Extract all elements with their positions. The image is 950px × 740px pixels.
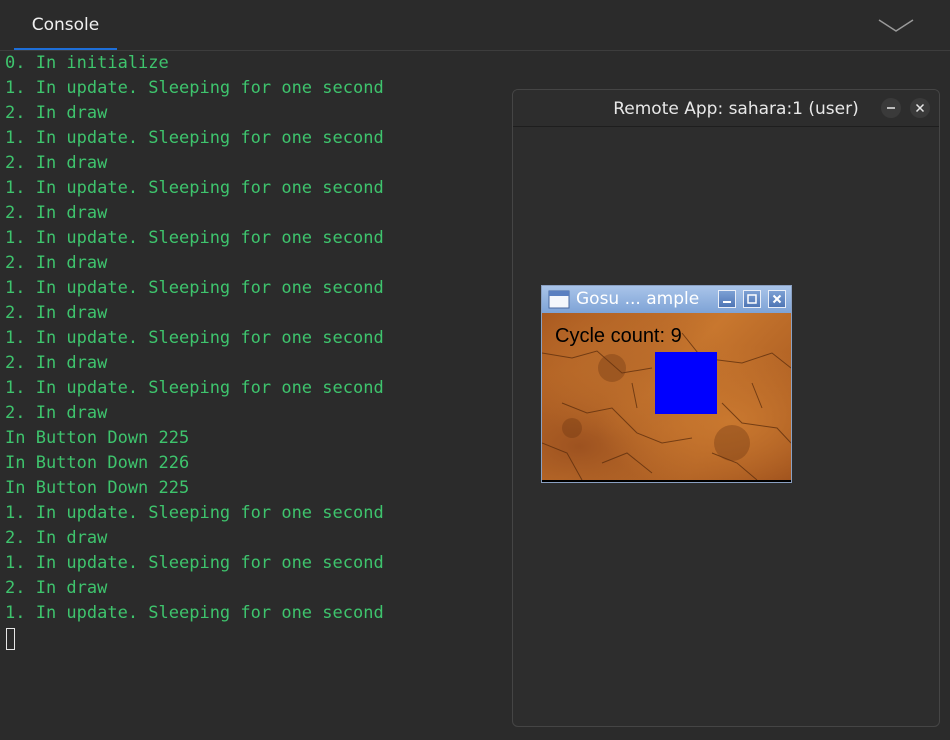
console-line: 1. In update. Sleeping for one second: [5, 228, 384, 248]
minus-icon: [887, 107, 895, 109]
game-canvas[interactable]: Cycle count: 9: [542, 313, 791, 480]
console-line: 2. In draw: [5, 528, 108, 548]
cycle-count-text: Cycle count: 9: [555, 325, 682, 347]
text-cursor: [6, 628, 15, 650]
console-line: In Button Down 225: [5, 478, 190, 498]
close-icon: [915, 103, 925, 113]
console-line: 2. In draw: [5, 253, 108, 273]
console-line: 2. In draw: [5, 103, 108, 123]
window-icon: [548, 290, 570, 309]
console-line: In Button Down 226: [5, 453, 190, 473]
console-line: 2. In draw: [5, 403, 108, 423]
gosu-close-button[interactable]: [768, 290, 786, 308]
close-button[interactable]: [910, 98, 930, 118]
gosu-window: Gosu ... ample Cycle count: 9: [541, 285, 792, 483]
tab-console[interactable]: Console: [14, 0, 117, 50]
close-icon: [772, 294, 782, 304]
minimize-button[interactable]: [881, 98, 901, 118]
console-line: 1. In update. Sleeping for one second: [5, 503, 384, 523]
console-line: 2. In draw: [5, 353, 108, 373]
chevron-down-icon[interactable]: [876, 16, 916, 36]
console-line: 1. In update. Sleeping for one second: [5, 178, 384, 198]
console-line: 2. In draw: [5, 303, 108, 323]
maximize-icon: [747, 294, 757, 304]
console-line: 1. In update. Sleeping for one second: [5, 128, 384, 148]
remote-window-title: Remote App: sahara:1 (user): [613, 99, 859, 119]
gosu-minimize-button[interactable]: [718, 290, 736, 308]
console-line: 1. In update. Sleeping for one second: [5, 378, 384, 398]
blue-square: [655, 352, 717, 414]
active-tab-indicator: [14, 48, 117, 50]
console-line: 1. In update. Sleeping for one second: [5, 328, 384, 348]
console-line: 2. In draw: [5, 578, 108, 598]
console-line: 1. In update. Sleeping for one second: [5, 78, 384, 98]
gosu-maximize-button[interactable]: [743, 290, 761, 308]
console-line: 1. In update. Sleeping for one second: [5, 278, 384, 298]
gosu-titlebar[interactable]: Gosu ... ample: [542, 286, 791, 313]
console-line: 1. In update. Sleeping for one second: [5, 603, 384, 623]
console-line: 0. In initialize: [5, 53, 169, 73]
console-line: 2. In draw: [5, 153, 108, 173]
console-line: 2. In draw: [5, 203, 108, 223]
console-output[interactable]: 0. In initialize 1. In update. Sleeping f…: [5, 51, 505, 691]
tab-console-label: Console: [31, 15, 100, 35]
console-line: In Button Down 225: [5, 428, 190, 448]
tab-bar: Console: [0, 0, 950, 51]
console-line: 1. In update. Sleeping for one second: [5, 553, 384, 573]
minimize-icon: [723, 301, 731, 303]
remote-titlebar[interactable]: Remote App: sahara:1 (user): [513, 90, 939, 127]
gosu-window-title: Gosu ... ample: [576, 289, 700, 309]
